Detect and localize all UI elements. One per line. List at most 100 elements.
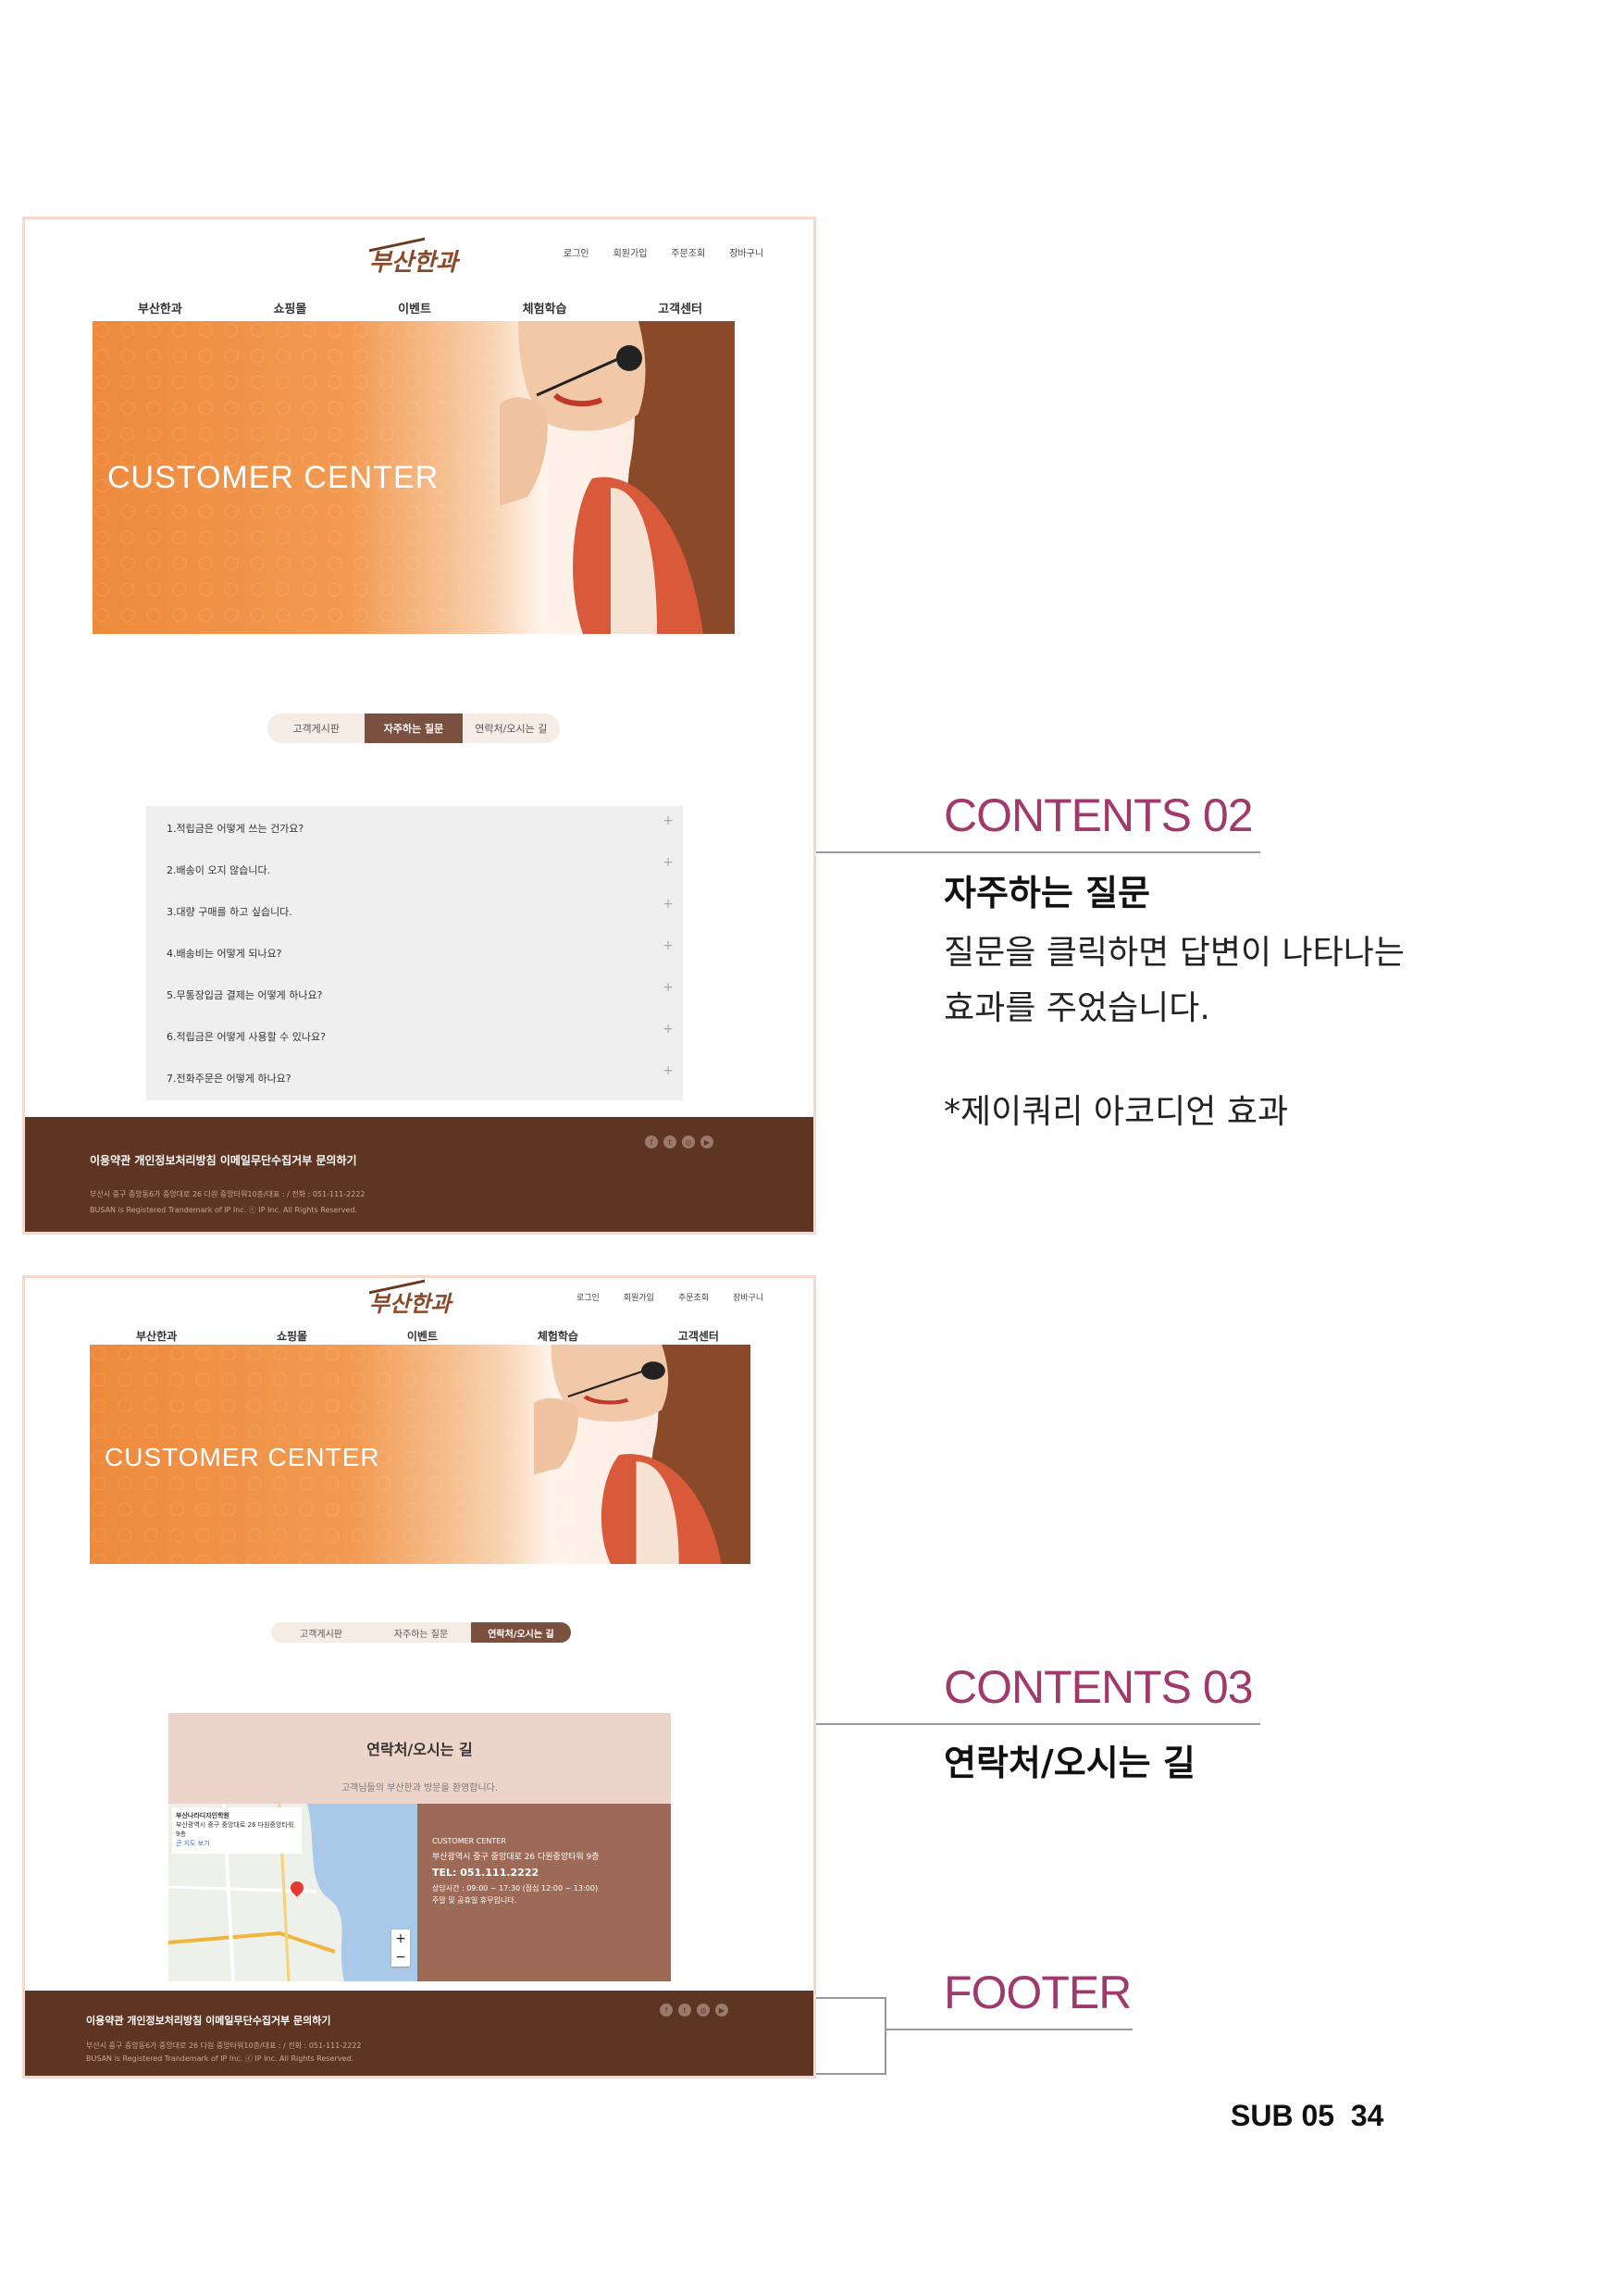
zoom-controls: + − — [391, 1930, 410, 1967]
faq-item[interactable]: 4.배송비는 어떻게 되나요? + — [167, 938, 674, 961]
util-cart[interactable]: 장바구니 — [729, 245, 763, 259]
contents03-subtitle: 연락처/오시는 길 — [944, 1743, 1196, 1783]
page-label: SUB 05 34 — [1231, 2099, 1384, 2132]
site-footer: 이용약관 개인정보처리방침 이메일무단수집거부 문의하기 부산시 중구 중앙동6… — [25, 1991, 813, 2076]
main-nav: 부산한과 쇼핑몰 이벤트 체험학습 고객센터 — [138, 299, 702, 316]
contact-welcome: 고객님들의 부산한과 방문을 환영합니다. — [341, 1783, 499, 1793]
social-links: f t ◎ ▶ — [645, 1136, 713, 1148]
faq-item[interactable]: 5.무통장입금 결제는 어떻게 하나요? + — [167, 980, 674, 1002]
contents02-line — [816, 851, 1260, 853]
footer-caption: FOOTER — [944, 1967, 1132, 2018]
contents02-subtitle: 자주하는 질문 — [944, 873, 1150, 913]
plus-icon: + — [663, 938, 674, 953]
site-logo[interactable]: 부산한과 — [369, 237, 458, 278]
faq-item[interactable]: 7.전화주문은 어떻게 하나요? + — [167, 1063, 674, 1086]
twitter-icon[interactable]: t — [678, 2004, 691, 2017]
utility-menu: 로그인 회원가입 주문조회 장바구니 — [564, 245, 763, 259]
tab-contact-directions[interactable]: 연락처/오시는 길 — [471, 1622, 571, 1643]
facebook-icon[interactable]: f — [645, 1136, 658, 1148]
plus-icon: + — [663, 1022, 674, 1036]
hero-title: CUSTOMER CENTER — [107, 460, 440, 495]
main-nav: 부산한과 쇼핑몰 이벤트 체험학습 고객센터 — [136, 1328, 719, 1344]
site-logo[interactable]: 부산한과 — [369, 1279, 451, 1318]
plus-icon: + — [663, 980, 674, 995]
faq-item[interactable]: 3.대량 구매를 하고 싶습니다. + — [167, 897, 674, 919]
info-label: CUSTOMER CENTER — [432, 1837, 506, 1845]
contents02-title: CONTENTS 02 — [944, 789, 1254, 841]
contents03-line — [816, 1723, 1260, 1725]
faq-item[interactable]: 6.적립금은 어떻게 사용할 수 있나요? + — [167, 1022, 674, 1044]
tab-customer-board[interactable]: 고객게시판 — [271, 1622, 371, 1643]
hero-title: CUSTOMER CENTER — [105, 1443, 380, 1471]
social-links: f t ◎ ▶ — [660, 2004, 728, 2017]
plus-icon: + — [663, 897, 674, 912]
plus-icon: + — [663, 813, 674, 828]
youtube-icon[interactable]: ▶ — [715, 2004, 728, 2017]
zoom-out-icon[interactable]: − — [391, 1948, 410, 1967]
facebook-icon[interactable]: f — [660, 2004, 673, 2017]
util-order[interactable]: 주문조회 — [671, 245, 705, 259]
info-holiday: 주말 및 공휴일 휴무입니다. — [432, 1896, 517, 1905]
footer-links[interactable]: 이용약관 개인정보처리방침 이메일무단수집거부 문의하기 — [86, 2013, 331, 2028]
util-login[interactable]: 로그인 — [576, 1291, 600, 1303]
footer-copyright: BUSAN is Registered Trandemark of IP Inc… — [90, 1206, 358, 1214]
util-join[interactable]: 회원가입 — [613, 245, 648, 259]
info-tel: TEL: 051.111.2222 — [432, 1867, 539, 1879]
contents03-title: CONTENTS 03 — [944, 1661, 1254, 1713]
nav-customer-center[interactable]: 고객센터 — [658, 299, 702, 316]
faq-page-mockup: 부산한과 로그인 회원가입 주문조회 장바구니 부산한과 쇼핑몰 이벤트 체험학… — [22, 217, 816, 1235]
nav-shopping[interactable]: 쇼핑몰 — [274, 299, 307, 316]
nav-experience[interactable]: 체험학습 — [523, 299, 567, 316]
youtube-icon[interactable]: ▶ — [700, 1136, 713, 1148]
footer-address: 부산시 중구 중앙동6가 중앙대로 26 다원 중앙타워10층/대표 : / 전… — [90, 1190, 365, 1198]
tab-faq[interactable]: 자주하는 질문 — [371, 1622, 471, 1643]
nav-event[interactable]: 이벤트 — [398, 299, 431, 316]
nav-shopping[interactable]: 쇼핑몰 — [277, 1328, 307, 1344]
map-large-link[interactable]: 큰 지도 보기 — [176, 1839, 298, 1848]
tab-customer-board[interactable]: 고객게시판 — [267, 714, 365, 743]
plus-icon: + — [663, 1063, 674, 1078]
operator-photo — [534, 1345, 750, 1564]
hero-banner: CUSTOMER CENTER — [93, 321, 735, 634]
site-footer: 이용약관 개인정보처리방침 이메일무단수집거부 문의하기 부산시 중구 중앙동6… — [25, 1117, 813, 1232]
nav-event[interactable]: 이벤트 — [407, 1328, 438, 1344]
contents02-description: 질문을 클릭하면 답변이 나타나는 효과를 주었습니다. — [944, 934, 1406, 1027]
footer-bracket — [816, 1997, 886, 2075]
util-join[interactable]: 회원가입 — [624, 1291, 654, 1303]
tab-contact-directions[interactable]: 연락처/오시는 길 — [463, 714, 560, 743]
instagram-icon[interactable]: ◎ — [682, 1136, 695, 1148]
faq-item[interactable]: 2.배송이 오지 않습니다. + — [167, 855, 674, 877]
location-map[interactable]: 부산나라디자인학원 부산광역시 중구 중앙대로 26 다원중앙타워 9층 큰 지… — [168, 1804, 417, 1981]
contact-info-panel: CUSTOMER CENTER 부산광역시 중구 중앙대로 26 다원중앙타워 … — [417, 1804, 671, 1981]
plus-icon: + — [663, 855, 674, 870]
info-hours: 상담시간 : 09:00 ~ 17:30 (점심 12:00 ~ 13:00) — [432, 1884, 599, 1893]
twitter-icon[interactable]: t — [663, 1136, 676, 1148]
contact-header: 연락처/오시는 길 고객님들의 부산한과 방문을 환영합니다. — [168, 1713, 671, 1804]
hero-banner: CUSTOMER CENTER — [90, 1345, 750, 1564]
map-place: 부산나라디자인학원 — [176, 1812, 229, 1819]
sub-tabs: 고객게시판 자주하는 질문 연락처/오시는 길 — [271, 1622, 571, 1643]
tab-faq[interactable]: 자주하는 질문 — [365, 714, 463, 743]
nav-experience[interactable]: 체험학습 — [538, 1328, 578, 1344]
info-address: 부산광역시 중구 중앙대로 26 다원중앙타워 9층 — [432, 1853, 600, 1862]
map-card: 부산나라디자인학원 부산광역시 중구 중앙대로 26 다원중앙타워 9층 큰 지… — [172, 1807, 302, 1854]
operator-photo — [500, 321, 735, 634]
faq-item[interactable]: 1.적립금은 어떻게 쓰는 건가요? + — [167, 813, 674, 836]
instagram-icon[interactable]: ◎ — [697, 2004, 710, 2017]
util-cart[interactable]: 장바구니 — [733, 1291, 763, 1303]
nav-busan-hangwa[interactable]: 부산한과 — [138, 299, 182, 316]
map-address: 부산광역시 중구 중앙대로 26 다원중앙타워 9층 — [176, 1821, 294, 1838]
contents02-note: *제이쿼리 아코디언 효과 — [944, 1093, 1289, 1131]
footer-line — [886, 2029, 1133, 2030]
footer-copyright: BUSAN is Registered Trandemark of IP Inc… — [86, 2054, 354, 2063]
util-order[interactable]: 주문조회 — [678, 1291, 709, 1303]
nav-busan-hangwa[interactable]: 부산한과 — [136, 1328, 177, 1344]
zoom-in-icon[interactable]: + — [391, 1930, 410, 1948]
footer-links[interactable]: 이용약관 개인정보처리방침 이메일무단수집거부 문의하기 — [90, 1152, 357, 1168]
util-login[interactable]: 로그인 — [564, 245, 589, 259]
sub-tabs: 고객게시판 자주하는 질문 연락처/오시는 길 — [267, 714, 560, 743]
contact-title: 연락처/오시는 길 — [366, 1741, 473, 1758]
nav-customer-center[interactable]: 고객센터 — [678, 1328, 719, 1344]
utility-menu: 로그인 회원가입 주문조회 장바구니 — [576, 1291, 763, 1303]
footer-address: 부산시 중구 중앙동6가 중앙대로 26 다원 중앙타워10층/대표 : / 전… — [86, 2042, 362, 2050]
